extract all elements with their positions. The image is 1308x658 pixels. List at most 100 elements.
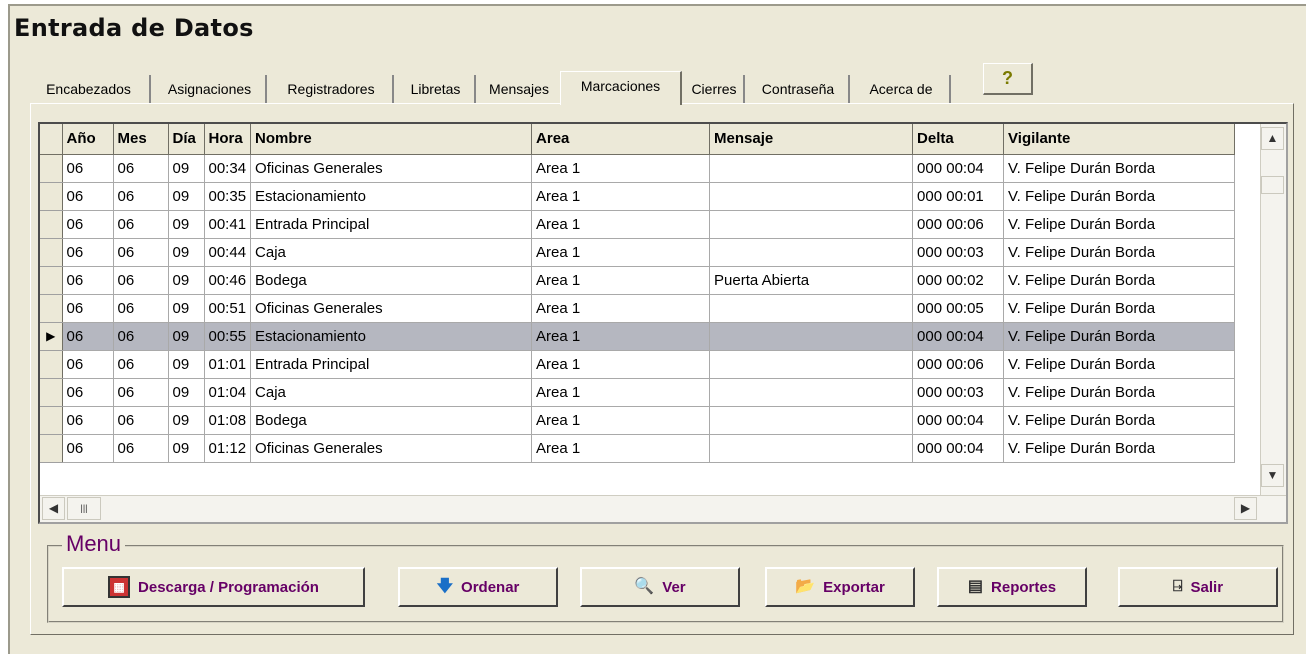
cell-hora[interactable]: 00:51 xyxy=(204,294,252,323)
cell-dia[interactable]: 09 xyxy=(168,350,205,379)
col-header-nombre[interactable]: Nombre xyxy=(250,124,533,155)
cell-mensaje[interactable] xyxy=(709,238,914,267)
cell-area[interactable]: Area 1 xyxy=(531,238,711,267)
cell-ano[interactable]: 06 xyxy=(62,406,114,435)
cell-hora[interactable]: 00:35 xyxy=(204,182,252,211)
cell-ano[interactable]: 06 xyxy=(62,322,114,351)
cell-area[interactable]: Area 1 xyxy=(531,322,711,351)
cell-mes[interactable]: 06 xyxy=(113,350,169,379)
cell-delta[interactable]: 000 00:04 xyxy=(912,154,1005,183)
cell-hora[interactable]: 00:55 xyxy=(204,322,252,351)
col-header-vigilante[interactable]: Vigilante xyxy=(1003,124,1236,155)
cell-vigilante[interactable]: V. Felipe Durán Borda xyxy=(1003,238,1236,267)
row-pointer-icon[interactable]: ▶ xyxy=(40,322,63,351)
cell-mes[interactable]: 06 xyxy=(113,210,169,239)
tab-marcaciones[interactable]: Marcaciones xyxy=(560,71,682,105)
cell-area[interactable]: Area 1 xyxy=(531,350,711,379)
cell-mensaje[interactable] xyxy=(709,406,914,435)
col-header-dia[interactable]: Día xyxy=(168,124,205,155)
cell-mensaje[interactable] xyxy=(709,210,914,239)
tab-asignaciones[interactable]: Asignaciones xyxy=(154,75,267,104)
table-row[interactable]: 06 06 09 00:41 Entrada Principal Area 1 000 00… xyxy=(40,210,1236,239)
cell-ano[interactable]: 06 xyxy=(62,434,114,463)
cell-dia[interactable]: 09 xyxy=(168,434,205,463)
cell-mes[interactable]: 06 xyxy=(113,238,169,267)
tab-acerca-de[interactable]: Acerca de xyxy=(853,75,951,104)
col-header-delta[interactable]: Delta xyxy=(912,124,1005,155)
cell-mes[interactable]: 06 xyxy=(113,406,169,435)
cell-area[interactable]: Area 1 xyxy=(531,210,711,239)
cell-delta[interactable]: 000 00:01 xyxy=(912,182,1005,211)
cell-mes[interactable]: 06 xyxy=(113,182,169,211)
cell-delta[interactable]: 000 00:06 xyxy=(912,210,1005,239)
cell-area[interactable]: Area 1 xyxy=(531,182,711,211)
cell-nombre[interactable]: Estacionamiento xyxy=(250,182,533,211)
table-row[interactable]: 06 06 09 01:08 Bodega Area 1 000 00:04 V. Felip… xyxy=(40,406,1236,435)
table-row[interactable]: 06 06 09 01:04 Caja Area 1 000 00:03 V. Felipe … xyxy=(40,378,1236,407)
exportar-button[interactable]: 📂 Exportar xyxy=(765,567,915,607)
row-indicator[interactable] xyxy=(40,266,63,295)
cell-vigilante[interactable]: V. Felipe Durán Borda xyxy=(1003,210,1236,239)
cell-delta[interactable]: 000 00:05 xyxy=(912,294,1005,323)
cell-area[interactable]: Area 1 xyxy=(531,406,711,435)
cell-delta[interactable]: 000 00:04 xyxy=(912,406,1005,435)
cell-nombre[interactable]: Bodega xyxy=(250,266,533,295)
cell-area[interactable]: Area 1 xyxy=(531,266,711,295)
help-button[interactable]: ? xyxy=(983,63,1033,95)
cell-area[interactable]: Area 1 xyxy=(531,378,711,407)
table-row[interactable]: 06 06 09 00:46 Bodega Area 1 Puerta Abierta 000… xyxy=(40,266,1236,295)
hscroll-thumb[interactable]: ||| xyxy=(67,497,101,520)
table-row[interactable]: 06 06 09 00:34 Oficinas Generales Area 1 000 0… xyxy=(40,154,1236,183)
cell-vigilante[interactable]: V. Felipe Durán Borda xyxy=(1003,406,1236,435)
cell-dia[interactable]: 09 xyxy=(168,238,205,267)
cell-ano[interactable]: 06 xyxy=(62,266,114,295)
cell-hora[interactable]: 01:01 xyxy=(204,350,252,379)
scroll-right-arrow-icon[interactable]: ▶ xyxy=(1234,497,1257,520)
cell-nombre[interactable]: Bodega xyxy=(250,406,533,435)
cell-area[interactable]: Area 1 xyxy=(531,294,711,323)
cell-hora[interactable]: 00:41 xyxy=(204,210,252,239)
cell-vigilante[interactable]: V. Felipe Durán Borda xyxy=(1003,266,1236,295)
cell-ano[interactable]: 06 xyxy=(62,294,114,323)
col-header-mensaje[interactable]: Mensaje xyxy=(709,124,914,155)
tab-registradores[interactable]: Registradores xyxy=(270,75,394,104)
row-indicator[interactable] xyxy=(40,406,63,435)
row-indicator[interactable] xyxy=(40,434,63,463)
tab-mensajes[interactable]: Mensajes xyxy=(479,75,559,104)
cell-nombre[interactable]: Estacionamiento xyxy=(250,322,533,351)
reportes-button[interactable]: ▤ Reportes xyxy=(937,567,1087,607)
cell-delta[interactable]: 000 00:03 xyxy=(912,238,1005,267)
row-indicator[interactable] xyxy=(40,294,63,323)
cell-dia[interactable]: 09 xyxy=(168,294,205,323)
table-row[interactable]: 06 06 09 00:35 Estacionamiento Area 1 000 00:0… xyxy=(40,182,1236,211)
tab-libretas[interactable]: Libretas xyxy=(397,75,476,104)
cell-nombre[interactable]: Oficinas Generales xyxy=(250,434,533,463)
vertical-scrollbar[interactable]: ▲ ▼ xyxy=(1260,124,1286,496)
cell-nombre[interactable]: Caja xyxy=(250,238,533,267)
scroll-down-arrow-icon[interactable]: ▼ xyxy=(1261,464,1284,487)
table-row[interactable]: 06 06 09 00:44 Caja Area 1 000 00:03 V. Felipe … xyxy=(40,238,1236,267)
tab-cierres[interactable]: Cierres xyxy=(685,75,745,104)
row-indicator[interactable] xyxy=(40,154,63,183)
cell-vigilante[interactable]: V. Felipe Durán Borda xyxy=(1003,350,1236,379)
row-indicator[interactable] xyxy=(40,182,63,211)
table-row[interactable]: 06 06 09 00:51 Oficinas Generales Area 1 000 0… xyxy=(40,294,1236,323)
cell-vigilante[interactable]: V. Felipe Durán Borda xyxy=(1003,378,1236,407)
cell-mensaje[interactable] xyxy=(709,182,914,211)
cell-delta[interactable]: 000 00:04 xyxy=(912,322,1005,351)
row-indicator[interactable] xyxy=(40,350,63,379)
cell-dia[interactable]: 09 xyxy=(168,406,205,435)
cell-mensaje[interactable]: Puerta Abierta xyxy=(709,266,914,295)
cell-nombre[interactable]: Oficinas Generales xyxy=(250,154,533,183)
cell-vigilante[interactable]: V. Felipe Durán Borda xyxy=(1003,154,1236,183)
cell-vigilante[interactable]: V. Felipe Durán Borda xyxy=(1003,182,1236,211)
cell-ano[interactable]: 06 xyxy=(62,378,114,407)
cell-ano[interactable]: 06 xyxy=(62,210,114,239)
cell-mes[interactable]: 06 xyxy=(113,322,169,351)
cell-hora[interactable]: 01:12 xyxy=(204,434,252,463)
cell-dia[interactable]: 09 xyxy=(168,210,205,239)
cell-nombre[interactable]: Entrada Principal xyxy=(250,350,533,379)
cell-ano[interactable]: 06 xyxy=(62,182,114,211)
row-indicator[interactable] xyxy=(40,238,63,267)
row-indicator[interactable] xyxy=(40,210,63,239)
